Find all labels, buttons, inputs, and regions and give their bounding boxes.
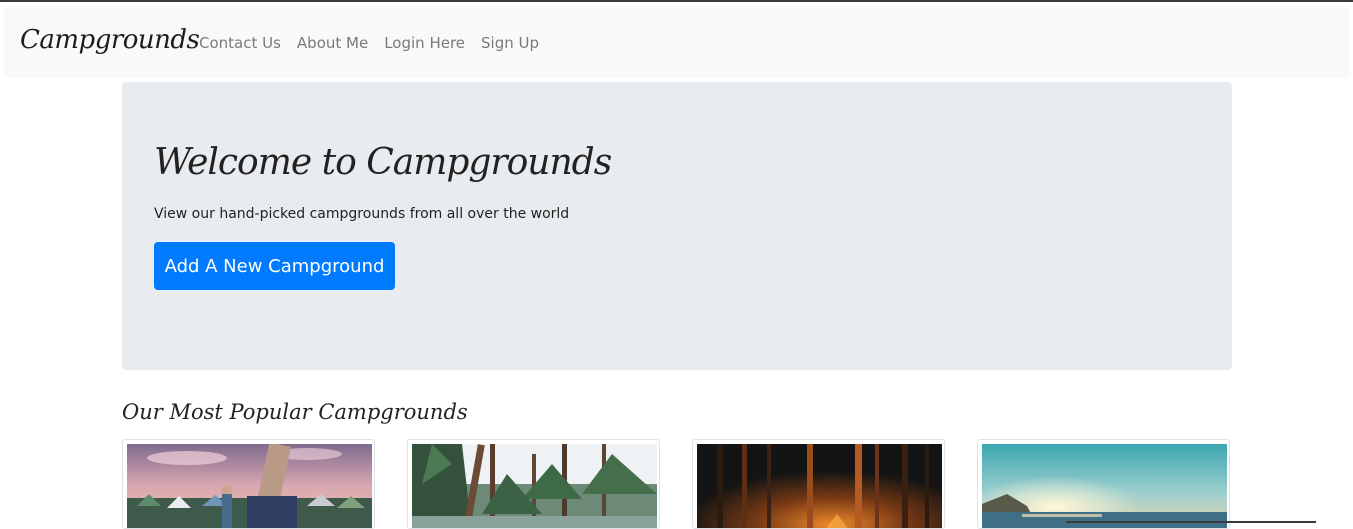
brand-logo[interactable]: Campgrounds [20,25,200,55]
nav-link-about[interactable]: About Me [297,34,368,52]
night-forest-campfire-image [697,444,942,528]
window-top-border [0,0,1353,2]
campground-card[interactable] [977,439,1230,529]
nav-link-contact[interactable]: Contact Us [199,34,281,52]
campground-card[interactable] [407,439,660,529]
pine-forest-lake-image [412,444,657,528]
nav-link-login[interactable]: Login Here [384,34,465,52]
festival-tents-sunset-image [127,444,372,528]
navbar: Campgrounds Contact Us About Me Login He… [4,7,1349,78]
campground-card[interactable] [692,439,945,529]
campground-card[interactable] [122,439,375,529]
jumbotron-subtitle: View our hand-picked campgrounds from al… [154,206,570,222]
nav-link-signup[interactable]: Sign Up [481,34,539,52]
jumbotron: Welcome to Campgrounds View our hand-pic… [122,82,1232,370]
add-campground-button[interactable]: Add A New Campground [154,242,395,290]
nav-links: Contact Us About Me Login Here Sign Up [199,34,539,52]
popular-heading: Our Most Popular Campgrounds [122,400,468,424]
jumbotron-title: Welcome to Campgrounds [154,142,612,183]
ocean-sunrise-image [982,444,1227,528]
